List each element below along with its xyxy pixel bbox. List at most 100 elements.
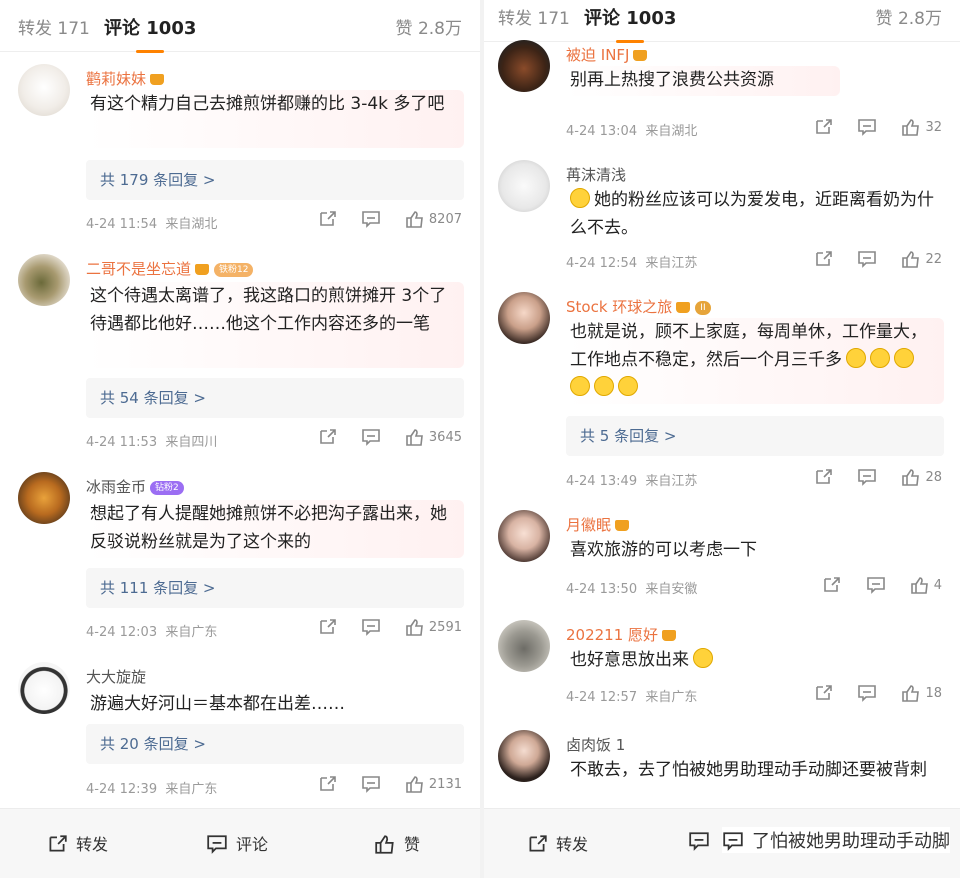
share-icon[interactable] (813, 118, 833, 136)
comment-preview-text: 了怕被她男助理动手动脚 (752, 831, 950, 852)
comment-icon (689, 832, 709, 851)
comment-actions: 2591 (317, 618, 462, 638)
comment-text: 她的粉丝应该可以为爱发电，近距离看奶为什么不去。 (566, 186, 944, 244)
comment-time: 4-24 13:50 (566, 582, 638, 597)
username-text[interactable]: 202211 愿好 (566, 626, 658, 644)
footer-repost-label: 转发 (76, 835, 109, 854)
comment-text-body: 她的粉丝应该可以为爱发电，近距离看奶为什么不去。 (570, 190, 934, 238)
comment-icon[interactable] (361, 428, 381, 446)
comment-text: 游遍大好河山＝基本都在出差…… (90, 694, 345, 714)
footer-like-button[interactable]: 赞 (374, 831, 420, 855)
like-count: 4 (933, 577, 942, 593)
comment-icon[interactable] (361, 775, 381, 793)
comment-location: 来自广东 (165, 625, 218, 640)
username-text[interactable]: 鹳莉妹妹 (86, 70, 146, 88)
username-text[interactable]: 月徽眠 (566, 516, 611, 534)
username[interactable]: 冰雨金币 钻粉2 (86, 476, 184, 497)
username-text[interactable]: 被迫 INFJ (566, 46, 629, 64)
tab-comments[interactable]: 评论 1003 (104, 14, 196, 53)
comment-meta: 4-24 13:50 来自安徽 (566, 578, 697, 597)
username[interactable]: 被迫 INFJ (566, 44, 648, 65)
thumbs-up-icon[interactable] (405, 210, 425, 228)
username[interactable]: 月徽眠 (566, 514, 630, 535)
avatar[interactable] (498, 730, 550, 782)
comment-text: 别再上热搜了浪费公共资源 (566, 66, 840, 96)
username[interactable]: 苒沫清浅 (566, 164, 626, 185)
share-icon[interactable] (317, 210, 337, 228)
comment-icon[interactable] (857, 250, 877, 268)
smile-emoji-icon (618, 376, 638, 396)
replies-link[interactable]: 共 5 条回复 > (566, 416, 944, 456)
username-text[interactable]: 二哥不是坐忘道 (86, 260, 191, 278)
avatar[interactable] (498, 292, 550, 344)
avatar[interactable] (18, 254, 70, 306)
share-icon[interactable] (317, 775, 337, 793)
tab-likes[interactable]: 赞 2.8万 (396, 14, 462, 39)
thumbs-up-icon[interactable] (901, 684, 921, 702)
thumbs-up-icon[interactable] (405, 428, 425, 446)
replies-link[interactable]: 共 179 条回复 > (86, 160, 464, 200)
comment-location: 来自安徽 (645, 582, 698, 597)
replies-link[interactable]: 共 54 条回复 > (86, 378, 464, 418)
comment-icon[interactable] (857, 468, 877, 486)
avatar[interactable] (18, 64, 70, 116)
thumbs-up-icon[interactable] (901, 250, 921, 268)
tab-likes[interactable]: 赞 2.8万 (876, 4, 942, 29)
avatar[interactable] (18, 662, 70, 714)
comment-icon[interactable] (857, 118, 877, 136)
like-count: 8207 (428, 211, 462, 227)
share-icon[interactable] (317, 428, 337, 446)
tab-repost[interactable]: 转发 171 (18, 14, 90, 39)
avatar[interactable] (498, 510, 550, 562)
comment-icon[interactable] (857, 684, 877, 702)
footer-repost-button[interactable]: 转发 (46, 831, 108, 855)
avatar[interactable] (498, 620, 550, 672)
thumbs-up-icon[interactable] (901, 468, 921, 486)
avatar[interactable] (498, 40, 550, 92)
share-icon[interactable] (813, 468, 833, 486)
comment-meta: 4-24 12:57 来自广东 (566, 686, 697, 705)
comment-input-preview[interactable]: 了怕被她男助理动手动脚 (722, 827, 950, 853)
username[interactable]: 鹳莉妹妹 (86, 68, 165, 89)
thumbs-up-icon[interactable] (910, 576, 930, 594)
share-icon[interactable] (821, 576, 841, 594)
like-count: 3645 (428, 429, 462, 445)
tab-repost[interactable]: 转发 171 (498, 4, 570, 29)
thumbs-up-icon[interactable] (405, 775, 425, 793)
comment-time: 4-24 12:03 (86, 625, 158, 640)
tab-comments[interactable]: 评论 1003 (584, 4, 676, 43)
username[interactable]: 卤肉饭 1 (566, 734, 625, 755)
comment-meta: 4-24 13:04 来自湖北 (566, 120, 697, 139)
username[interactable]: Stock 环球之旅 II (566, 296, 711, 317)
crown-icon (149, 73, 165, 86)
comment-time: 4-24 11:53 (86, 435, 158, 450)
username[interactable]: 202211 愿好 (566, 624, 677, 645)
smile-emoji-icon (846, 348, 866, 368)
comment-icon[interactable] (361, 210, 381, 228)
thumbs-up-icon[interactable] (405, 618, 425, 636)
comment-meta: 4-24 11:54 来自湖北 (86, 213, 217, 232)
thumbs-up-icon[interactable] (901, 118, 921, 136)
avatar[interactable] (498, 160, 550, 212)
comment-location: 来自湖北 (165, 217, 218, 232)
replies-link[interactable]: 共 111 条回复 > (86, 568, 464, 608)
username[interactable]: 大大旋旋 (86, 666, 146, 687)
username-text[interactable]: 冰雨金币 (86, 478, 146, 496)
crown-icon (194, 263, 210, 276)
username[interactable]: 二哥不是坐忘道 铁粉12 (86, 258, 254, 279)
comment-icon[interactable] (866, 576, 886, 594)
footer-repost-button[interactable]: 转发 (526, 831, 588, 855)
share-icon (529, 835, 547, 852)
footer-comment-button[interactable] (688, 831, 718, 851)
footer-comment-button[interactable]: 评论 (206, 831, 268, 855)
share-icon[interactable] (813, 684, 833, 702)
replies-link[interactable]: 共 20 条回复 > (86, 724, 464, 764)
comment-time: 4-24 13:49 (566, 474, 638, 489)
share-icon[interactable] (317, 618, 337, 636)
vip-badge: II (695, 300, 711, 315)
share-icon[interactable] (813, 250, 833, 268)
comment-icon[interactable] (361, 618, 381, 636)
avatar[interactable] (18, 472, 70, 524)
username-text[interactable]: Stock 环球之旅 (566, 298, 672, 316)
share-icon (49, 835, 67, 852)
